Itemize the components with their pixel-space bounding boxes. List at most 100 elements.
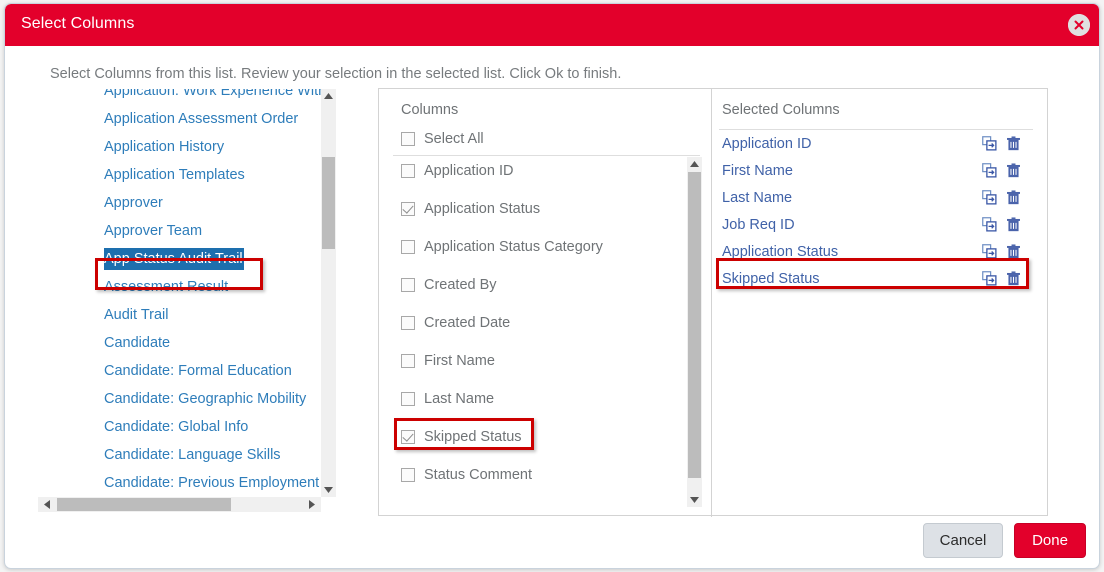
scroll-left-arrow-icon[interactable] — [39, 497, 54, 512]
select-all-row[interactable]: Select All — [401, 131, 484, 147]
trash-icon[interactable] — [1006, 190, 1021, 205]
category-list-panel: Application: Work Experience With Applica… — [38, 89, 335, 511]
column-checkbox[interactable] — [401, 430, 415, 444]
column-selection-box: Columns Select All Application ID Applica… — [378, 88, 1048, 517]
cancel-button[interactable]: Cancel — [923, 523, 1003, 558]
selected-column-label[interactable]: Job Req ID — [719, 217, 795, 233]
selected-column-row[interactable]: Last Name — [719, 184, 1033, 211]
category-item[interactable]: Candidate: Language Skills — [38, 441, 321, 469]
column-checkbox[interactable] — [401, 468, 415, 482]
columns-panel-header: Columns — [401, 102, 459, 118]
selected-column-actions — [982, 217, 1021, 232]
category-item[interactable]: Candidate: Geographic Mobility — [38, 385, 321, 413]
select-all-checkbox[interactable] — [401, 132, 415, 146]
move-column-icon[interactable] — [982, 163, 997, 178]
done-button[interactable]: Done — [1014, 523, 1086, 558]
column-label: Application ID — [424, 163, 514, 179]
selected-column-actions — [982, 190, 1021, 205]
scroll-down-arrow-icon[interactable] — [321, 483, 336, 497]
column-label: First Name — [424, 353, 495, 369]
column-label: Status Comment — [424, 467, 532, 483]
column-label: Application Status — [424, 201, 541, 217]
column-checkbox[interactable] — [401, 354, 415, 368]
column-checkbox-row[interactable]: Application Status Category — [401, 239, 603, 255]
column-checkbox-row[interactable]: Application ID — [401, 163, 513, 179]
category-item[interactable]: Application: Work Experience With — [38, 89, 326, 105]
trash-icon[interactable] — [1006, 136, 1021, 151]
move-column-icon[interactable] — [982, 190, 997, 205]
column-label: Created By — [424, 277, 497, 293]
select-all-label: Select All — [424, 131, 484, 147]
move-column-icon[interactable] — [982, 271, 997, 286]
selected-column-actions — [982, 271, 1021, 286]
selected-column-row[interactable]: First Name — [719, 157, 1033, 184]
category-item[interactable]: Approver Team — [38, 217, 321, 245]
trash-icon[interactable] — [1006, 244, 1021, 259]
category-list-scroll-thumb[interactable] — [322, 157, 335, 249]
dialog-description: Select Columns from this list. Review yo… — [50, 66, 622, 82]
selected-column-actions — [982, 136, 1021, 151]
scroll-down-arrow-icon[interactable] — [687, 493, 702, 507]
trash-icon[interactable] — [1006, 217, 1021, 232]
select-columns-dialog: Select Columns Select Columns from this … — [4, 3, 1100, 569]
category-item[interactable]: Audit Trail — [38, 301, 321, 329]
column-label: Last Name — [424, 391, 495, 407]
columns-scroll-thumb[interactable] — [688, 172, 701, 478]
category-item[interactable]: Application Templates — [38, 161, 321, 189]
trash-icon[interactable] — [1006, 271, 1021, 286]
columns-vertical-scrollbar[interactable] — [687, 157, 702, 507]
column-checkbox-row[interactable]: Skipped Status — [401, 429, 522, 445]
column-checkbox[interactable] — [401, 164, 415, 178]
category-item-selected[interactable]: App Status Audit Trail — [38, 245, 321, 273]
selected-column-row[interactable]: Job Req ID — [719, 211, 1033, 238]
column-checkbox-row[interactable]: Status Comment — [401, 467, 532, 483]
dialog-titlebar: Select Columns — [5, 4, 1099, 46]
category-item-label[interactable]: App Status Audit Trail — [104, 248, 244, 270]
close-icon[interactable] — [1068, 14, 1090, 36]
column-checkbox-row[interactable]: Created By — [401, 277, 497, 293]
category-item[interactable]: Application History — [38, 133, 321, 161]
category-list-hscroll-thumb[interactable] — [57, 498, 231, 511]
selected-column-label[interactable]: First Name — [719, 163, 793, 179]
selected-column-label[interactable]: Application ID — [719, 136, 811, 152]
category-list-vertical-scrollbar[interactable] — [321, 89, 336, 497]
category-item[interactable]: Candidate: Global Info — [38, 413, 321, 441]
selected-column-actions — [982, 163, 1021, 178]
column-checkbox[interactable] — [401, 240, 415, 254]
selected-column-label[interactable]: Last Name — [719, 190, 792, 206]
category-item[interactable]: Assessment Result — [38, 273, 321, 301]
move-column-icon[interactable] — [982, 136, 997, 151]
select-all-divider — [393, 155, 700, 156]
selected-column-row[interactable]: Application ID — [719, 130, 1033, 157]
move-column-icon[interactable] — [982, 244, 997, 259]
scroll-up-arrow-icon[interactable] — [321, 89, 336, 103]
category-item[interactable]: Approver — [38, 189, 321, 217]
selected-columns-list: Application ID First Name Last Name Job Req… — [719, 130, 1033, 292]
column-checkbox[interactable] — [401, 278, 415, 292]
selected-column-row[interactable]: Skipped Status — [719, 265, 1033, 292]
selected-column-label[interactable]: Application Status — [719, 244, 838, 260]
column-label: Application Status Category — [424, 239, 603, 255]
scroll-up-arrow-icon[interactable] — [687, 157, 702, 171]
category-item[interactable]: Application Assessment Order — [38, 105, 321, 133]
selected-columns-header: Selected Columns — [722, 102, 840, 118]
column-checkbox-row[interactable]: Application Status — [401, 201, 540, 217]
column-checkbox-row[interactable]: Last Name — [401, 391, 494, 407]
selected-column-label[interactable]: Skipped Status — [719, 271, 820, 287]
move-column-icon[interactable] — [982, 217, 997, 232]
column-checkbox[interactable] — [401, 392, 415, 406]
columns-scroll-area: Application ID Application Status Applicat… — [393, 157, 700, 502]
column-checkbox-row[interactable]: Created Date — [401, 315, 510, 331]
category-item[interactable]: Candidate: Formal Education — [38, 357, 321, 385]
column-checkbox[interactable] — [401, 202, 415, 216]
category-item[interactable]: Candidate — [38, 329, 321, 357]
scroll-right-arrow-icon[interactable] — [304, 497, 319, 512]
column-label: Created Date — [424, 315, 511, 331]
selected-column-row[interactable]: Application Status — [719, 238, 1033, 265]
category-list-horizontal-scrollbar[interactable] — [38, 497, 321, 512]
column-checkbox-row[interactable]: First Name — [401, 353, 495, 369]
panel-divider — [711, 89, 712, 517]
column-checkbox[interactable] — [401, 316, 415, 330]
trash-icon[interactable] — [1006, 163, 1021, 178]
category-item[interactable]: Candidate: Previous Employment — [38, 469, 321, 497]
